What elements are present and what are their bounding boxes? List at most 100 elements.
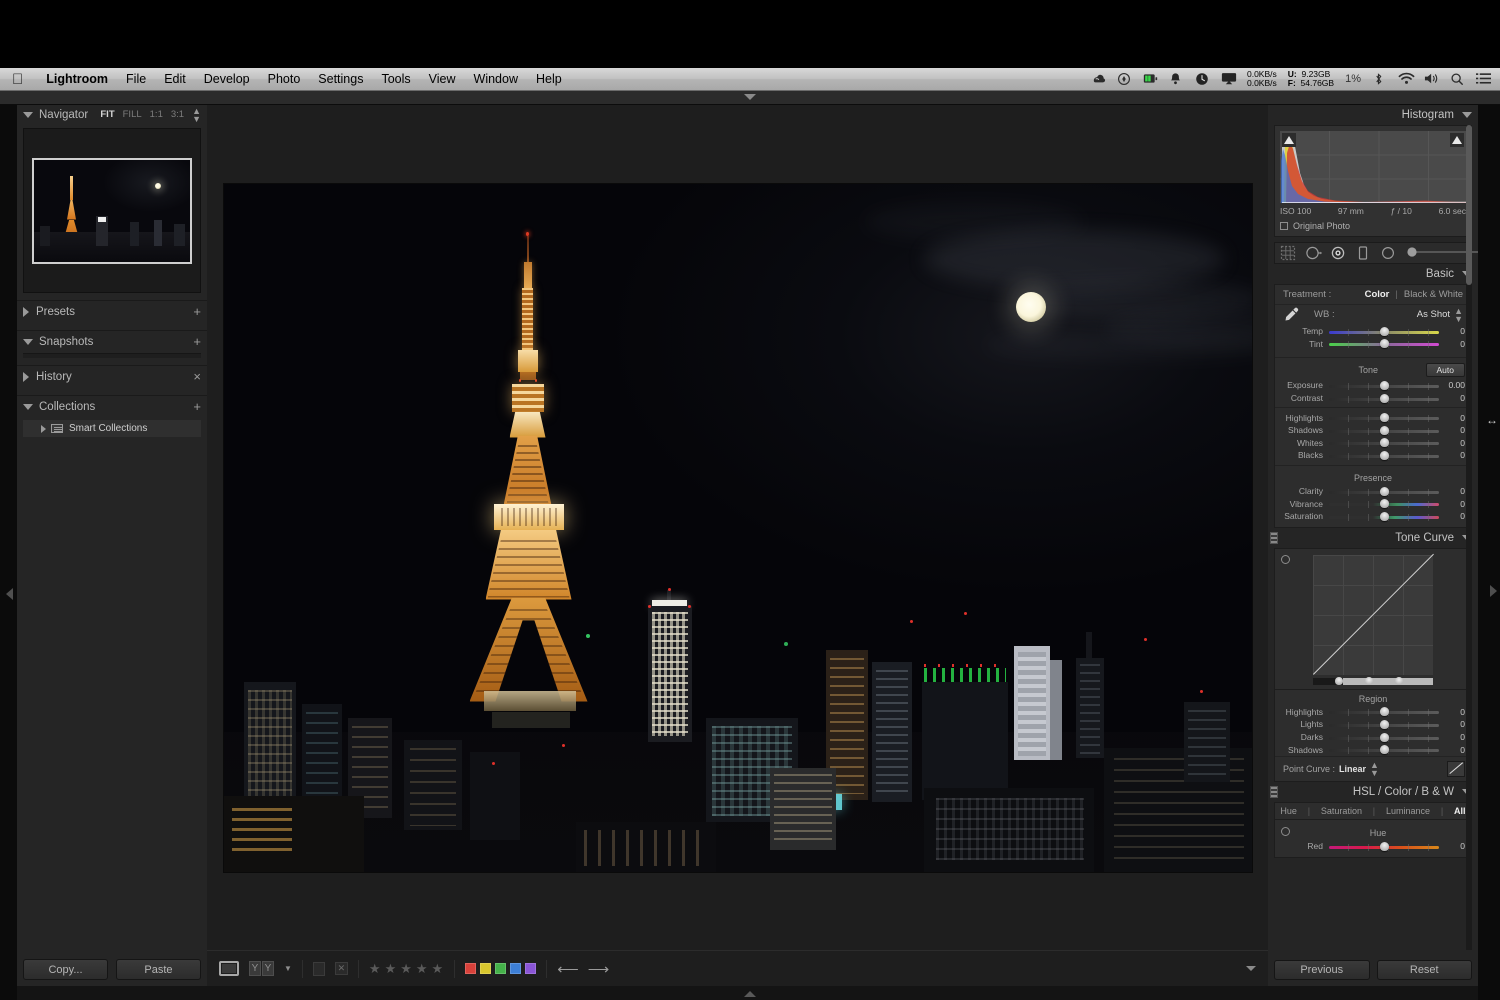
slider-track[interactable] [1329, 706, 1439, 717]
before-after-icon[interactable]: YY [249, 961, 274, 976]
auto-tone-button[interactable]: Auto [1425, 363, 1465, 378]
airplay-icon[interactable] [1221, 72, 1237, 87]
zoom-3-1[interactable]: 3:1 [171, 109, 184, 120]
slider-track[interactable] [1329, 326, 1439, 337]
reject-flag-icon[interactable]: ✕ [334, 962, 348, 975]
apple-logo-icon[interactable]:  [12, 72, 23, 87]
menu-item-view[interactable]: View [420, 72, 465, 86]
tone-curve-header[interactable]: Tone Curve [1268, 528, 1478, 548]
triangle-open-icon[interactable] [23, 404, 33, 410]
loupe-view-icon[interactable] [219, 961, 239, 976]
slider-contrast[interactable]: Contrast 0 [1275, 392, 1471, 405]
navigator-thumbnail[interactable] [32, 157, 192, 264]
copy-button[interactable]: Copy... [23, 959, 108, 980]
menu-item-help[interactable]: Help [527, 72, 571, 86]
slider-temp[interactable]: Temp 0 [1275, 325, 1471, 338]
slider-track[interactable] [1329, 380, 1439, 391]
radial-filter-icon[interactable] [1380, 245, 1396, 261]
hsl-panel-header[interactable]: HSL / Color / B & W [1268, 782, 1478, 802]
add-preset-button[interactable]: + [193, 305, 201, 318]
triangle-open-icon[interactable] [23, 339, 33, 345]
triangle-closed-icon[interactable] [23, 307, 29, 317]
slider-track[interactable] [1329, 732, 1439, 743]
histogram-graph[interactable] [1280, 131, 1466, 203]
collections-header[interactable]: Collections + [17, 396, 207, 418]
slider-track[interactable] [1329, 412, 1439, 423]
tab-luminance[interactable]: Luminance [1386, 806, 1430, 816]
slider-track[interactable] [1329, 511, 1439, 522]
highlight-clipping-indicator[interactable] [1450, 133, 1464, 147]
point-curve-value[interactable]: Linear [1339, 764, 1366, 774]
star-rating-control[interactable]: ★ ★ ★ ★ ★ [369, 961, 444, 977]
wb-value-dropdown[interactable]: As Shot ▲ ▼ [1417, 306, 1463, 323]
panel-switch-icon[interactable] [1270, 531, 1278, 544]
bluetooth-icon[interactable] [1372, 72, 1387, 87]
slider-track[interactable] [1329, 498, 1439, 509]
slider-track[interactable] [1329, 437, 1439, 448]
search-icon[interactable] [1450, 72, 1465, 87]
bell-icon[interactable] [1169, 72, 1184, 87]
checkbox-icon[interactable] [1280, 222, 1288, 230]
slider-hue-red[interactable]: Red 0 [1275, 840, 1471, 853]
shield-icon[interactable] [1117, 72, 1132, 87]
module-picker-collapsed-bar[interactable] [0, 91, 1500, 105]
slider-curve-lights[interactable]: Lights 0 [1275, 718, 1471, 731]
menu-item-settings[interactable]: Settings [309, 72, 372, 86]
clock-icon[interactable] [1195, 72, 1210, 87]
snapshots-header[interactable]: Snapshots + [17, 331, 207, 353]
graduated-filter-icon[interactable] [1355, 245, 1371, 261]
chevron-down-icon[interactable]: ▼ [284, 964, 292, 973]
paste-button[interactable]: Paste [116, 959, 201, 980]
tab-saturation[interactable]: Saturation [1321, 806, 1362, 816]
slider-track[interactable] [1329, 486, 1439, 497]
arrow-right-icon[interactable]: ⟶ [588, 960, 610, 978]
reset-button[interactable]: Reset [1376, 960, 1472, 980]
right-panel-scrollbar[interactable] [1466, 125, 1472, 950]
slider-vibrance[interactable]: Vibrance 0 [1275, 497, 1471, 510]
tab-hue[interactable]: Hue [1280, 806, 1297, 816]
history-header[interactable]: History × [17, 366, 207, 388]
right-panel-toggle-arrow[interactable] [1490, 585, 1497, 597]
slider-highlights[interactable]: Highlights 0 [1275, 411, 1471, 424]
stepper-icon[interactable]: ▲ ▼ [1454, 306, 1463, 323]
clear-history-button[interactable]: × [193, 370, 201, 383]
edit-point-curve-icon[interactable] [1447, 760, 1465, 777]
color-label-swatches[interactable] [465, 963, 537, 974]
red-eye-icon[interactable] [1330, 245, 1346, 261]
slider-track[interactable] [1329, 450, 1439, 461]
slider-tint[interactable]: Tint 0 [1275, 338, 1471, 351]
presets-header[interactable]: Presets + [17, 301, 207, 323]
treatment-color-option[interactable]: Color [1365, 289, 1390, 300]
menu-item-file[interactable]: File [117, 72, 155, 86]
slider-track[interactable] [1329, 393, 1439, 404]
navigator-preview-box[interactable] [23, 128, 201, 293]
crop-overlay-icon[interactable] [1280, 245, 1296, 261]
targeted-adjustment-icon[interactable] [1281, 554, 1290, 564]
toolbar-options-chevron-down-icon[interactable] [1246, 966, 1256, 971]
basic-panel-header[interactable]: Basic [1268, 264, 1478, 284]
slider-blacks[interactable]: Blacks 0 [1275, 449, 1471, 462]
treatment-bw-option[interactable]: Black & White [1404, 289, 1463, 300]
triangle-open-icon[interactable] [23, 111, 33, 118]
menu-item-photo[interactable]: Photo [259, 72, 310, 86]
menu-item-tools[interactable]: Tools [372, 72, 419, 86]
slider-clarity[interactable]: Clarity 0 [1275, 485, 1471, 498]
slider-curve-highlights[interactable]: Highlights 0 [1275, 706, 1471, 719]
left-panel-toggle-arrow[interactable] [6, 588, 13, 600]
stepper-icon[interactable]: ▲ ▼ [1370, 760, 1379, 777]
menu-item-edit[interactable]: Edit [155, 72, 195, 86]
slider-curve-shadows[interactable]: Shadows 0 [1275, 743, 1471, 756]
chevron-down-icon[interactable] [1462, 112, 1472, 118]
flag-icon[interactable] [312, 961, 325, 976]
list-item-smart-collections[interactable]: Smart Collections [23, 420, 201, 437]
notification-center-icon[interactable] [1476, 72, 1491, 87]
original-photo-checkbox-row[interactable]: Original Photo [1280, 216, 1466, 231]
chevron-down-icon[interactable] [744, 94, 756, 100]
arrow-left-icon[interactable]: ⟵ [557, 960, 579, 978]
filmstrip-collapsed-bar[interactable] [0, 986, 1500, 1000]
shadow-clipping-indicator[interactable] [1282, 133, 1296, 147]
tone-curve-graph[interactable] [1313, 553, 1434, 675]
wifi-icon[interactable] [1398, 72, 1415, 87]
menu-item-develop[interactable]: Develop [195, 72, 259, 86]
slider-shadows[interactable]: Shadows 0 [1275, 424, 1471, 437]
